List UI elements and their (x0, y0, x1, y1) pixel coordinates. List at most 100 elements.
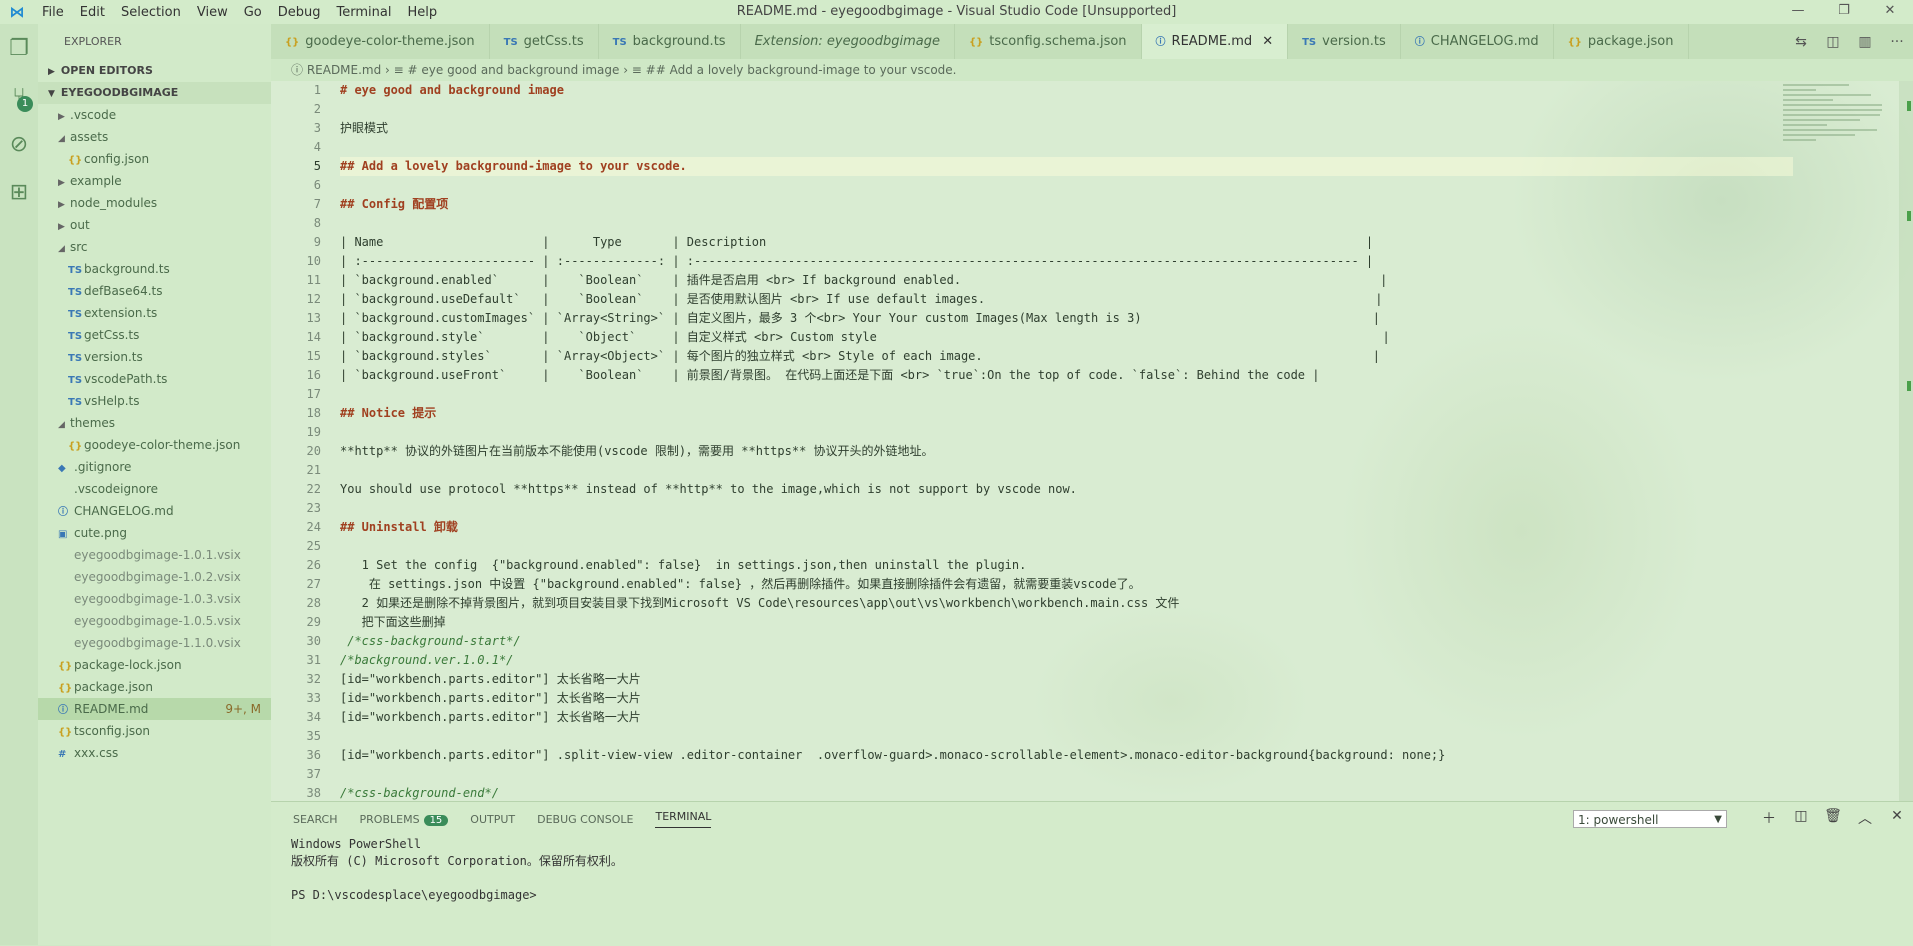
minimize-icon[interactable]: — (1775, 0, 1821, 24)
tree-item-out[interactable]: ▶ out (38, 214, 271, 236)
explorer-icon[interactable]: ❐ (0, 24, 38, 72)
code-line[interactable]: [id="workbench.parts.editor"] .split-vie… (340, 746, 1793, 765)
open-changes-icon[interactable]: ⇆ (1785, 34, 1817, 50)
tree-item-defbase64-ts[interactable]: TS defBase64.ts (38, 280, 271, 302)
code-line[interactable] (340, 499, 1793, 518)
split-editor-icon[interactable]: ▥ (1849, 34, 1881, 50)
menu-item-selection[interactable]: Selection (121, 5, 181, 20)
panel-tab-debug-console[interactable]: DEBUG CONSOLE (537, 813, 633, 826)
code-line[interactable] (340, 138, 1793, 157)
trash-icon[interactable]: 🗑 (1817, 808, 1849, 828)
tree-item-eyegoodbgimage-1-0-2-vsix[interactable]: eyegoodbgimage-1.0.2.vsix (38, 566, 271, 588)
code-line[interactable] (340, 765, 1793, 784)
code-line[interactable] (340, 537, 1793, 556)
code-line[interactable]: ## Config 配置项 (340, 195, 1793, 214)
debug-icon[interactable]: ⊘ (0, 120, 38, 168)
tree-item-eyegoodbgimage-1-0-3-vsix[interactable]: eyegoodbgimage-1.0.3.vsix (38, 588, 271, 610)
editor-area[interactable]: 1 2 3 4 5 6 7 8 9 10 11 12 13 14 15 16 17 18 19 20 21 22 23 24 2… (271, 81, 1913, 801)
tree-item-goodeye-color-theme-json[interactable]: {} goodeye-color-theme.json (38, 434, 271, 456)
code-line[interactable]: ## Uninstall 卸载 (340, 518, 1793, 537)
code-line[interactable]: | `background.style` | `Object` | 自定义样式 … (340, 328, 1793, 347)
tree-item-vshelp-ts[interactable]: TS vsHelp.ts (38, 390, 271, 412)
code-line[interactable]: /*css-background-start*/ (340, 632, 1793, 651)
code-line[interactable]: | `background.customImages` | `Array<Str… (340, 309, 1793, 328)
tree-item-extension-ts[interactable]: TS extension.ts (38, 302, 271, 324)
tree-item-config-json[interactable]: {} config.json (38, 148, 271, 170)
close-icon[interactable]: ✕ (1867, 0, 1913, 24)
open-editors-section[interactable]: ▶ OPEN EDITORS (38, 60, 271, 82)
tree-item-getcss-ts[interactable]: TS getCss.ts (38, 324, 271, 346)
code-line[interactable]: **http** 协议的外链图片在当前版本不能使用(vscode 限制)，需要用… (340, 442, 1793, 461)
tree-item-changelog-md[interactable]: ⓘ CHANGELOG.md (38, 500, 271, 522)
restore-icon[interactable]: ❐ (1821, 0, 1867, 24)
tree-item-eyegoodbgimage-1-0-1-vsix[interactable]: eyegoodbgimage-1.0.1.vsix (38, 544, 271, 566)
tab-getcss-ts[interactable]: TS getCss.ts (490, 24, 599, 59)
code-line[interactable]: [id="workbench.parts.editor"] 太长省略一大片 (340, 670, 1793, 689)
preview-icon[interactable]: ◫ (1817, 34, 1849, 50)
menu-item-terminal[interactable]: Terminal (337, 5, 392, 20)
code-line[interactable]: /*background.ver.1.0.1*/ (340, 651, 1793, 670)
tree-item-tsconfig-json[interactable]: {} tsconfig.json (38, 720, 271, 742)
code-line[interactable]: You should use protocol **https** instea… (340, 480, 1793, 499)
tree-item-eyegoodbgimage-1-1-0-vsix[interactable]: eyegoodbgimage-1.1.0.vsix (38, 632, 271, 654)
tree-item-package-json[interactable]: {} package.json (38, 676, 271, 698)
tab-background-ts[interactable]: TS background.ts (599, 24, 741, 59)
tab-goodeye-color-theme-json[interactable]: {} goodeye-color-theme.json (271, 24, 490, 59)
code-line[interactable]: ## Notice 提示 (340, 404, 1793, 423)
code-line[interactable]: | `background.styles` | `Array<Object>` … (340, 347, 1793, 366)
code-line[interactable] (340, 423, 1793, 442)
tab-package-json[interactable]: {} package.json (1554, 24, 1689, 59)
tree-item-example[interactable]: ▶ example (38, 170, 271, 192)
tree-item--vscode[interactable]: ▶ .vscode (38, 104, 271, 126)
new-terminal-icon[interactable]: ＋ (1753, 808, 1785, 828)
tree-item-src[interactable]: ◢ src (38, 236, 271, 258)
panel-tab-terminal[interactable]: TERMINAL (655, 810, 712, 828)
menu-item-view[interactable]: View (197, 5, 228, 20)
panel-tab-output[interactable]: OUTPUT (470, 813, 515, 826)
tree-item-cute-png[interactable]: ▣ cute.png (38, 522, 271, 544)
tree-item-readme-md[interactable]: ⓘ README.md 9+, M (38, 698, 271, 720)
code-line[interactable]: | `background.useFront` | `Boolean` | 前景… (340, 366, 1793, 385)
code-line[interactable]: 护眼模式 (340, 119, 1793, 138)
source-control-icon[interactable]: ⑂ 1 (0, 72, 38, 120)
project-section[interactable]: ▼ EYEGOODBGIMAGE (38, 82, 271, 104)
code-line[interactable]: 在 settings.json 中设置 {"background.enabled… (340, 575, 1793, 594)
code-line[interactable] (340, 461, 1793, 480)
menu-item-help[interactable]: Help (407, 5, 437, 20)
code-line[interactable]: [id="workbench.parts.editor"] 太长省略一大片 (340, 689, 1793, 708)
tree-item-version-ts[interactable]: TS version.ts (38, 346, 271, 368)
tree-item-node-modules[interactable]: ▶ node_modules (38, 192, 271, 214)
minimap[interactable] (1783, 81, 1893, 241)
menu-item-go[interactable]: Go (244, 5, 262, 20)
code-line[interactable]: 1 Set the config {"background.enabled": … (340, 556, 1793, 575)
code-line[interactable] (340, 727, 1793, 746)
code-line[interactable]: | `background.enabled` | `Boolean` | 插件是… (340, 271, 1793, 290)
tree-item-background-ts[interactable]: TS background.ts (38, 258, 271, 280)
maximize-panel-icon[interactable]: ︿ (1849, 808, 1881, 828)
panel-tab-problems[interactable]: PROBLEMS 15 (360, 813, 449, 826)
close-panel-icon[interactable]: ✕ (1881, 808, 1913, 828)
code-line[interactable]: | :------------------------ | :---------… (340, 252, 1793, 271)
code-line[interactable] (340, 214, 1793, 233)
menu-item-file[interactable]: File (42, 5, 64, 20)
tree-item--vscodeignore[interactable]: .vscodeignore (38, 478, 271, 500)
code-line[interactable]: [id="workbench.parts.editor"] 太长省略一大片 (340, 708, 1793, 727)
menu-item-debug[interactable]: Debug (278, 5, 321, 20)
code-line[interactable] (340, 176, 1793, 195)
terminal-output[interactable]: Windows PowerShell 版权所有 (C) Microsoft Cor… (271, 836, 1913, 904)
tree-item--gitignore[interactable]: ◆ .gitignore (38, 456, 271, 478)
code-line[interactable]: 2 如果还是删除不掉背景图片，就到项目安装目录下找到Microsoft VS C… (340, 594, 1793, 613)
terminal-select[interactable]: 1: powershell ▼ (1573, 810, 1727, 828)
tab-tsconfig-schema-json[interactable]: {} tsconfig.schema.json (955, 24, 1142, 59)
tree-item-package-lock-json[interactable]: {} package-lock.json (38, 654, 271, 676)
tab-version-ts[interactable]: TS version.ts (1288, 24, 1401, 59)
panel-tab-search[interactable]: SEARCH (293, 813, 338, 826)
vertical-scrollbar[interactable] (1899, 81, 1913, 801)
code-line[interactable]: | Name | Type | Description | (340, 233, 1793, 252)
tree-item-themes[interactable]: ◢ themes (38, 412, 271, 434)
more-actions-icon[interactable]: ··· (1881, 34, 1913, 50)
split-terminal-icon[interactable]: ◫ (1785, 808, 1817, 828)
close-icon[interactable]: ✕ (1262, 34, 1273, 49)
tree-item-xxx-css[interactable]: # xxx.css (38, 742, 271, 764)
tab-changelog-md[interactable]: ⓘ CHANGELOG.md (1401, 24, 1554, 59)
